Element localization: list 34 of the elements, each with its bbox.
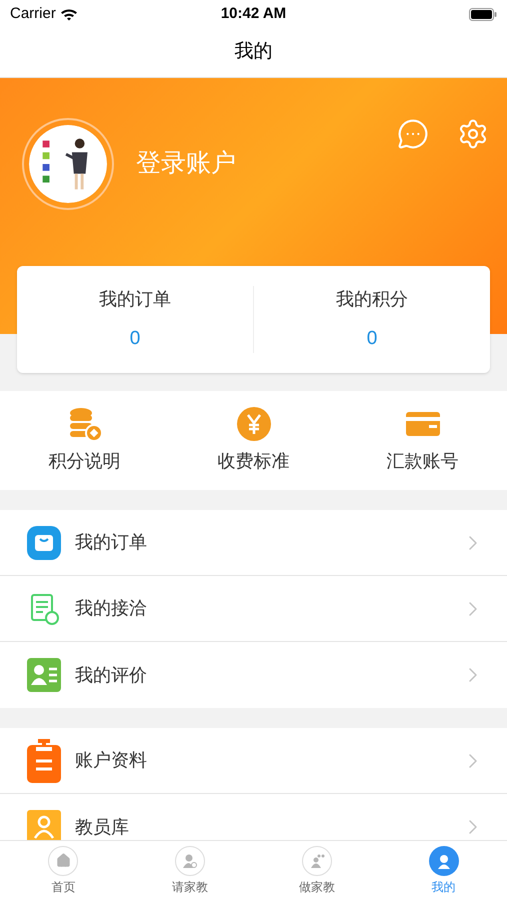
clipboard-icon (27, 738, 61, 782)
shortcut-label[interactable]: 汇款账号 (386, 448, 458, 475)
menu-label: 我的接洽 (75, 597, 148, 620)
summary-value: 0 (130, 326, 140, 351)
carrier-text: Carrier (10, 4, 56, 24)
menu-label: 教员库 (75, 816, 130, 838)
clock-text: 10:42 AM (220, 4, 286, 24)
shortcut-label[interactable]: 积分说明 (48, 448, 120, 475)
tab[interactable]: 首页 (0, 841, 127, 900)
tab[interactable]: 请家教 (126, 841, 254, 900)
menu-label: 我的订单 (75, 531, 148, 554)
summary-label[interactable]: 我的积分 (336, 286, 408, 313)
battery-icon (469, 8, 497, 20)
person-icon (428, 846, 459, 876)
wifi-icon (60, 8, 78, 20)
page-title: 我的 (234, 40, 272, 64)
person-search-icon (175, 846, 206, 876)
settings-icon[interactable] (457, 118, 489, 150)
menu-label: 我的评价 (75, 664, 148, 686)
menu-row[interactable]: 我的接洽 (0, 576, 507, 642)
menu-row[interactable]: 我的订单 (0, 510, 507, 576)
menu-label: 账户资料 (75, 749, 148, 772)
bag-icon (27, 526, 61, 560)
contact-card-icon (27, 658, 61, 692)
menu-row[interactable]: 账户资料 (0, 728, 507, 794)
home-icon (48, 846, 78, 876)
teacher-icon (302, 846, 332, 876)
tab[interactable]: 做家教 (254, 841, 380, 900)
chat-icon[interactable] (397, 118, 429, 150)
summary-value: 0 (366, 326, 378, 351)
shortcut-label[interactable]: 收费标准 (218, 448, 290, 475)
yen-icon (236, 406, 272, 442)
menu-row[interactable]: 我的评价 (0, 642, 507, 708)
summary-label[interactable]: 我的订单 (99, 286, 171, 313)
